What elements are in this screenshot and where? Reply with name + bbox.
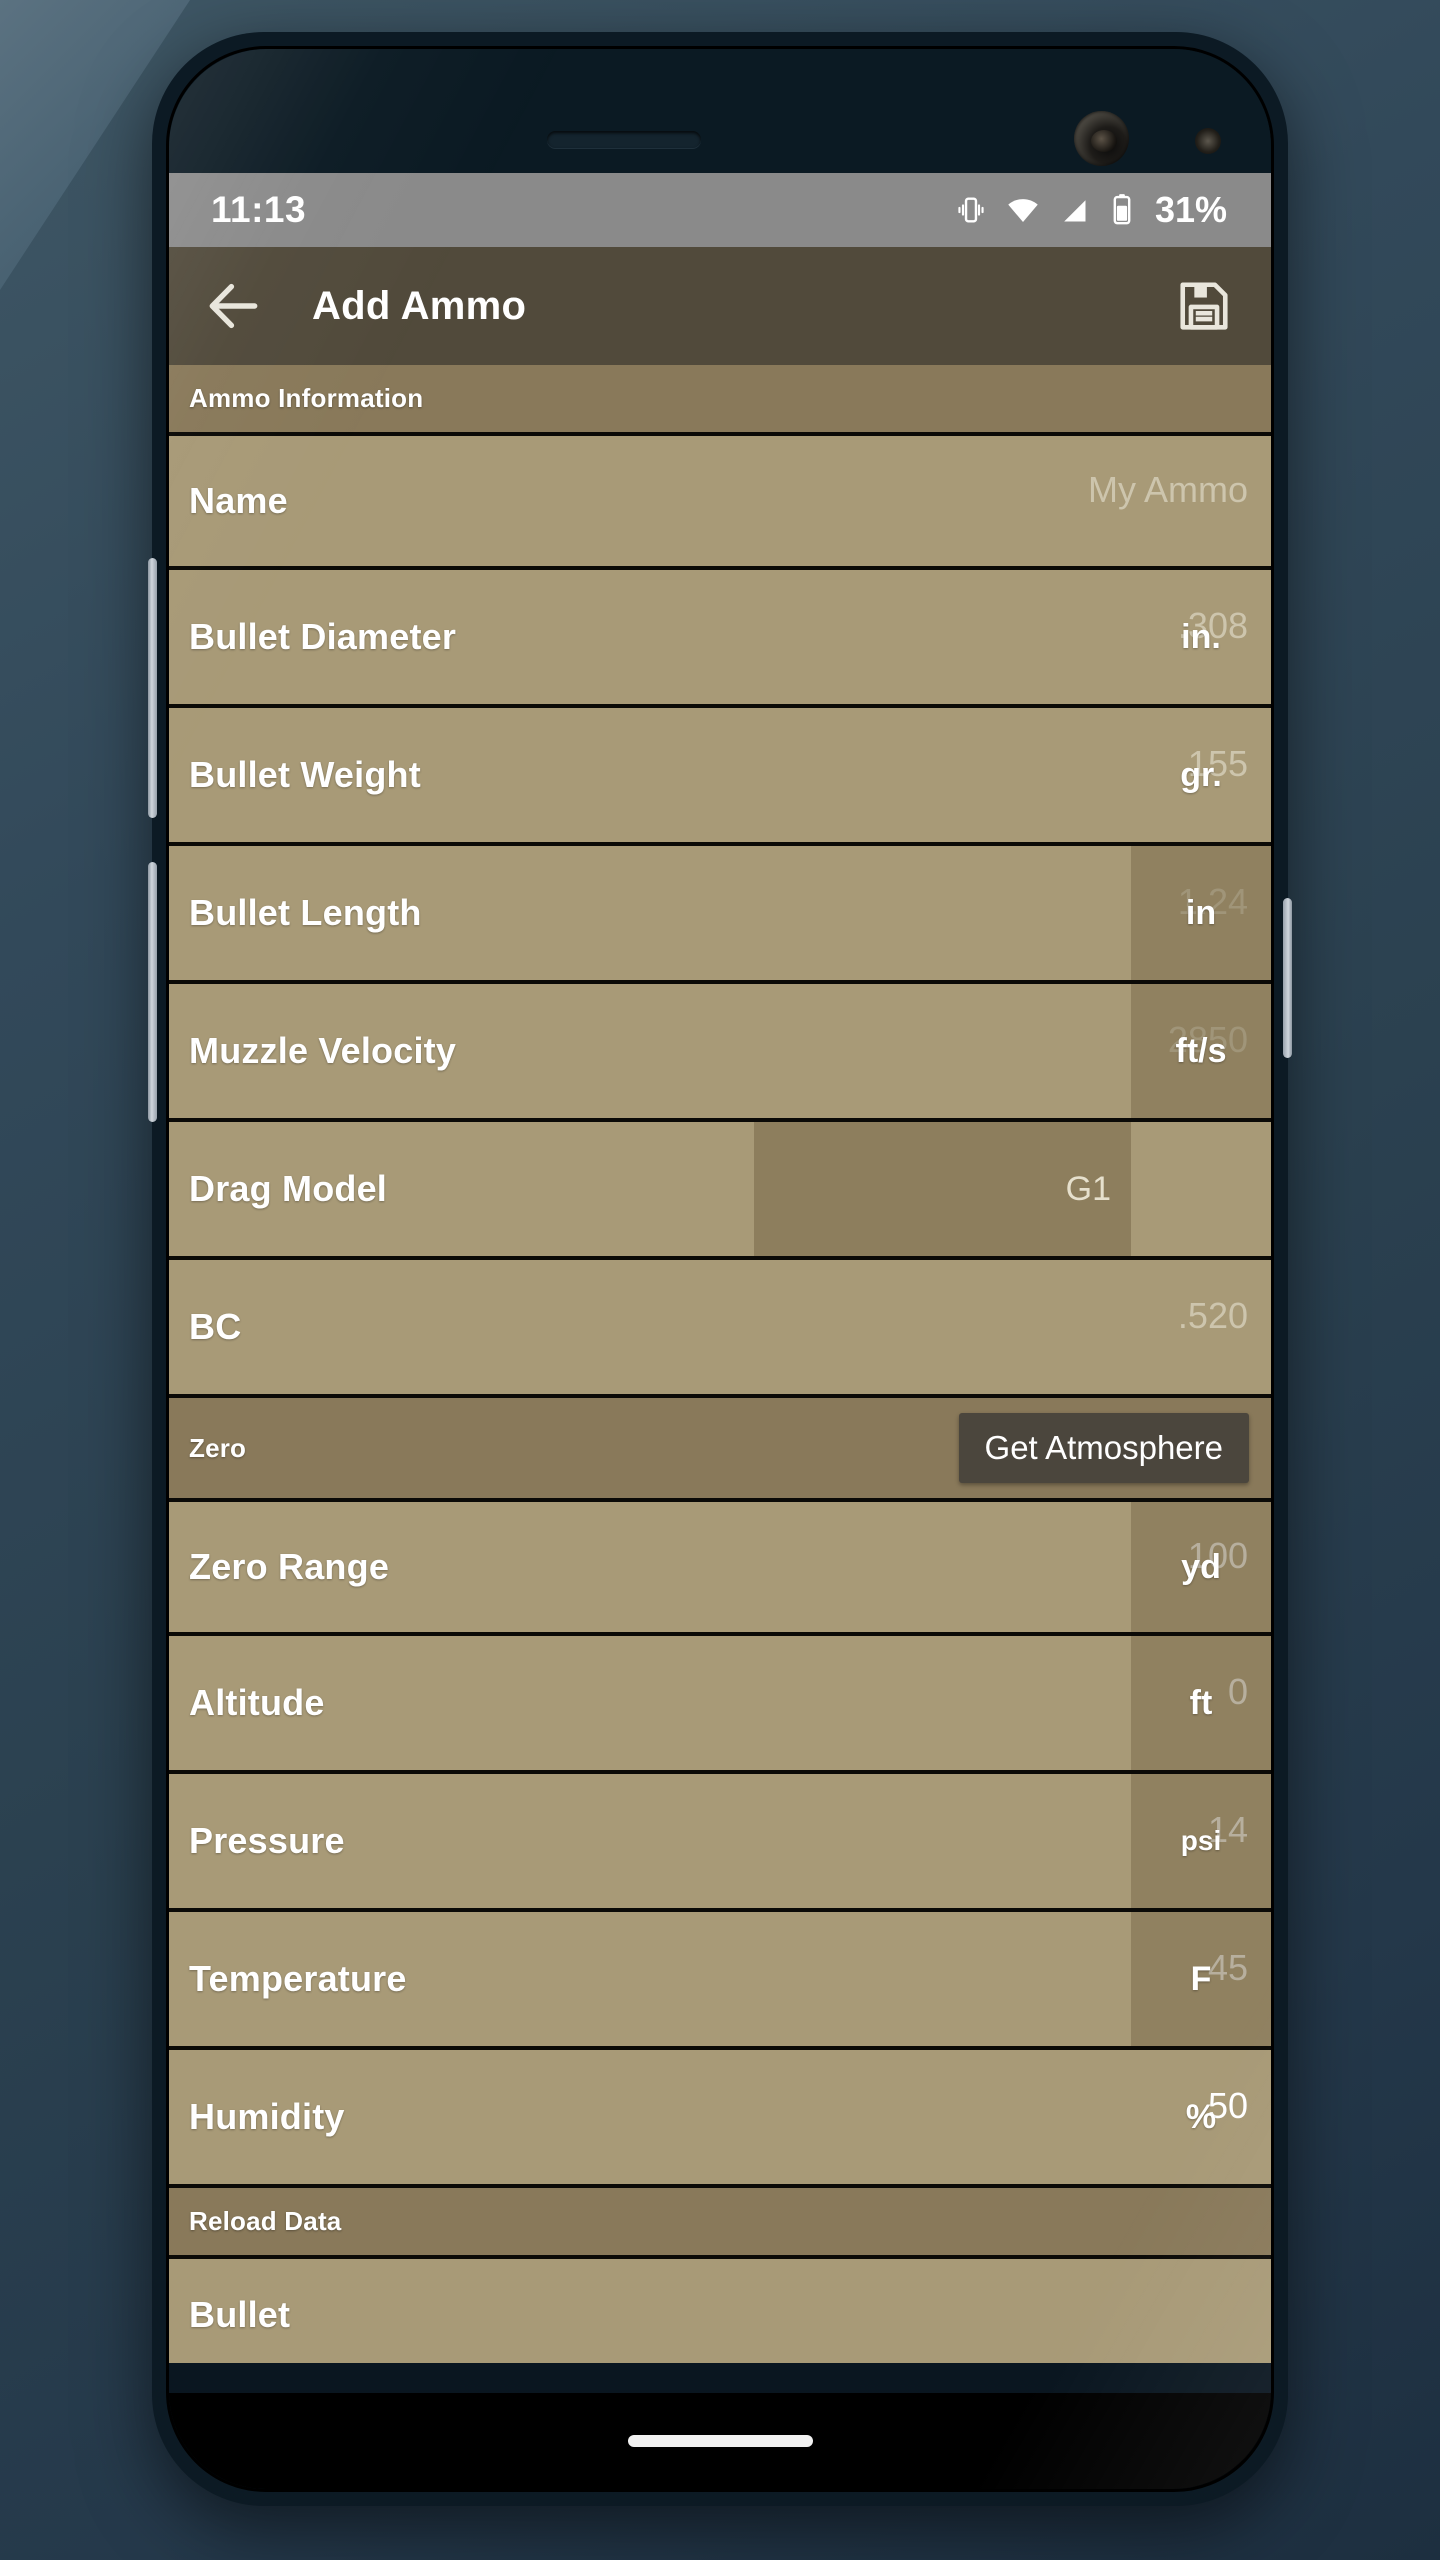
field-row-name[interactable]: Name My Ammo (169, 432, 1271, 570)
field-list-zero: Zero Range 100 yd Altitude 0 ft (169, 1498, 1271, 2188)
save-floppy-icon (1175, 277, 1233, 335)
field-row-bullet[interactable]: Bullet (169, 2255, 1271, 2350)
field-row-pressure[interactable]: Pressure 14 psi (169, 1774, 1271, 1912)
unit-label[interactable]: in. (1131, 570, 1271, 704)
phone-top-bezel (169, 49, 1271, 173)
page-title: Add Ammo (312, 283, 527, 328)
field-row-altitude[interactable]: Altitude 0 ft (169, 1636, 1271, 1774)
volume-down-button[interactable] (148, 862, 157, 1122)
field-row-muzzle-velocity[interactable]: Muzzle Velocity 2850 ft/s (169, 984, 1271, 1122)
signal-icon (1058, 194, 1091, 227)
battery-percent-label: 31% (1154, 189, 1227, 230)
proximity-sensor-icon (1195, 128, 1221, 154)
field-label: Name (189, 480, 288, 521)
app-screen: 11:13 31% Add Ammo Ammo Information Name… (169, 173, 1271, 2363)
section-title: Zero (189, 1432, 247, 1463)
status-clock: 11:13 (211, 189, 307, 230)
status-icon-group: 31% (954, 189, 1227, 231)
unit-selector[interactable]: yd (1131, 1502, 1271, 1632)
field-label: Humidity (189, 2096, 345, 2137)
field-row-bullet-weight[interactable]: Bullet Weight 155 gr. (169, 708, 1271, 846)
battery-icon (1108, 192, 1136, 228)
field-row-temperature[interactable]: Temperature 45 F (169, 1912, 1271, 2050)
field-label: Bullet Diameter (189, 616, 457, 657)
field-value: My Ammo (1087, 469, 1248, 510)
unit-selector[interactable]: in (1131, 846, 1271, 980)
field-label: BC (189, 1306, 242, 1347)
save-button[interactable] (1175, 277, 1233, 335)
vibrate-icon (954, 193, 988, 227)
section-header-zero: Zero Get Atmosphere (169, 1398, 1271, 1498)
field-row-bullet-diameter[interactable]: Bullet Diameter .308 in. (169, 570, 1271, 708)
unit-selector[interactable]: ft (1131, 1636, 1271, 1770)
field-list-reload-data: Bullet (169, 2255, 1271, 2350)
field-list-ammo-information: Name My Ammo Bullet Diameter .308 in. Bu… (169, 432, 1271, 1398)
app-bar: Add Ammo (169, 247, 1271, 365)
android-navigation-bar (169, 2393, 1271, 2489)
front-camera-icon (1074, 111, 1129, 166)
drag-model-select[interactable]: G1 (754, 1122, 1131, 1256)
field-label: Bullet (189, 2294, 291, 2335)
field-row-humidity[interactable]: Humidity 50 % (169, 2050, 1271, 2188)
field-label: Zero Range (189, 1546, 390, 1587)
field-value: G1 (1065, 1169, 1111, 1208)
wifi-icon (1005, 193, 1041, 227)
section-header-reload-data: Reload Data (169, 2188, 1271, 2255)
home-gesture-pill[interactable] (627, 2435, 813, 2447)
status-bar: 11:13 31% (169, 173, 1271, 247)
earpiece-speaker (547, 131, 701, 148)
unit-selector[interactable]: F (1131, 1912, 1271, 2046)
phone-screen-frame: 11:13 31% Add Ammo Ammo Information Name… (166, 46, 1274, 2492)
field-row-drag-model[interactable]: Drag Model G1 (169, 1122, 1271, 1260)
bc-input[interactable]: .520 (789, 1295, 1254, 1359)
get-atmosphere-button[interactable]: Get Atmosphere (958, 1413, 1249, 1483)
field-label: Bullet Length (189, 892, 422, 933)
field-value: .520 (1177, 1295, 1248, 1336)
field-label: Temperature (189, 1958, 407, 1999)
field-label: Altitude (189, 1682, 325, 1723)
field-label: Muzzle Velocity (189, 1030, 457, 1071)
name-input[interactable]: My Ammo (789, 469, 1254, 533)
unit-selector[interactable]: psi (1131, 1774, 1271, 1908)
phone-device: 11:13 31% Add Ammo Ammo Information Name… (148, 32, 1292, 2506)
field-label: Pressure (189, 1820, 345, 1861)
section-title: Ammo Information (189, 383, 424, 413)
field-row-bc[interactable]: BC .520 (169, 1260, 1271, 1398)
power-button[interactable] (1283, 898, 1292, 1058)
field-label: Drag Model (189, 1168, 388, 1209)
field-label: Bullet Weight (189, 754, 421, 795)
field-row-bullet-length[interactable]: Bullet Length 1.24 in (169, 846, 1271, 984)
section-header-ammo-information: Ammo Information (169, 365, 1271, 432)
unit-selector[interactable]: ft/s (1131, 984, 1271, 1118)
unit-label[interactable]: % (1131, 2050, 1271, 2184)
arrow-left-icon[interactable] (203, 275, 265, 337)
section-title: Reload Data (189, 2206, 342, 2236)
volume-up-button[interactable] (148, 558, 157, 818)
field-row-zero-range[interactable]: Zero Range 100 yd (169, 1498, 1271, 1636)
unit-label[interactable]: gr. (1131, 708, 1271, 842)
